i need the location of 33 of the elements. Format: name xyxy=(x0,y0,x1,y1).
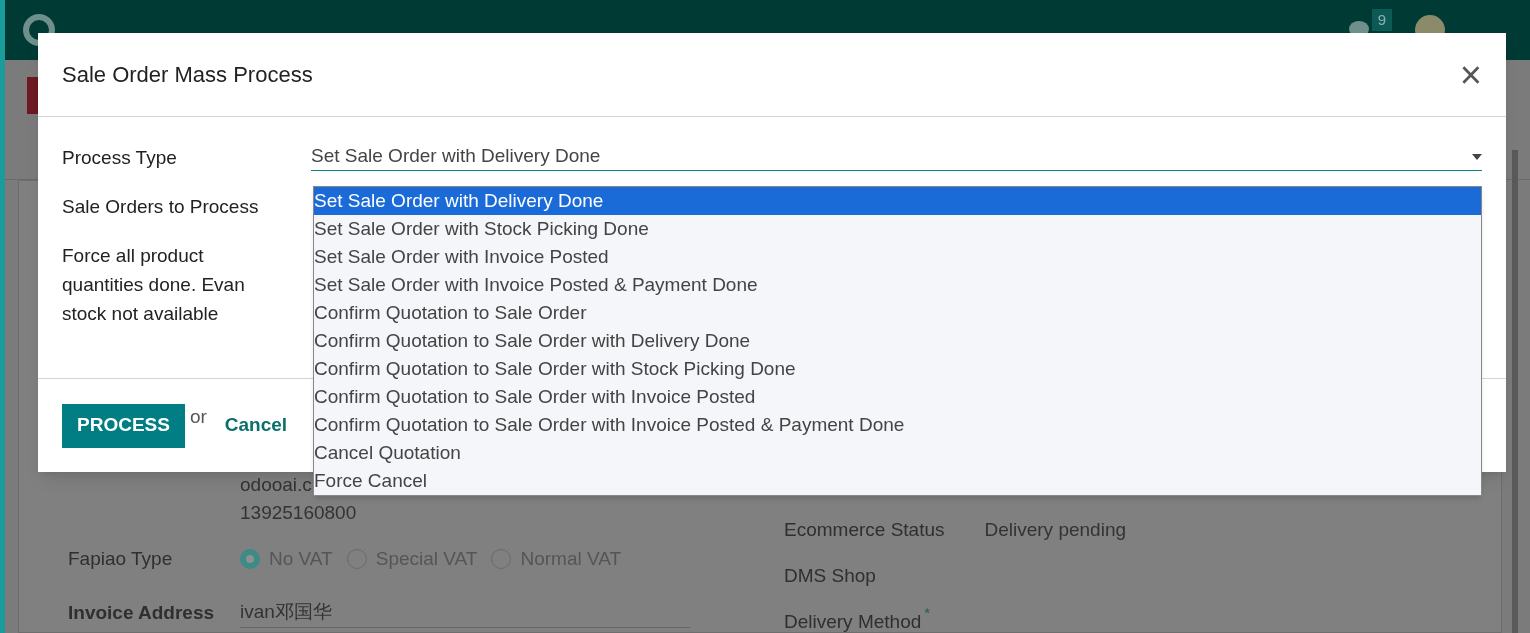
process-button[interactable]: PROCESS xyxy=(62,403,185,448)
radio-button[interactable] xyxy=(240,549,260,569)
cancel-link[interactable]: Cancel xyxy=(224,411,288,440)
message-count: 9 xyxy=(1371,8,1392,32)
dropdown-option[interactable]: Set Sale Order with Stock Picking Done xyxy=(314,215,1481,243)
or-text: or xyxy=(189,405,207,430)
dropdown-option[interactable]: Set Sale Order with Delivery Done xyxy=(314,187,1481,215)
dropdown-option[interactable]: Confirm Quotation to Sale Order with Invoice Posted & Payment Done xyxy=(314,411,1481,439)
dropdown-option[interactable]: Force Cancel xyxy=(314,467,1481,495)
field-label: Sale Orders to Process xyxy=(62,195,260,219)
close-button[interactable]: × xyxy=(1459,55,1482,94)
contact-text: odooai.c xyxy=(240,474,312,495)
process-type-select[interactable]: Set Sale Order with Delivery Done xyxy=(311,143,1482,171)
caret-icon xyxy=(1472,153,1482,160)
field-value: Delivery pending xyxy=(983,518,1127,542)
required-marker: * xyxy=(924,603,931,623)
dropdown-option[interactable]: Set Sale Order with Invoice Posted & Payment Done xyxy=(314,271,1481,299)
dropdown-option[interactable]: Set Sale Order with Invoice Posted xyxy=(314,243,1481,271)
field-label: Fapiao Type xyxy=(68,546,174,571)
field-label: DMS Shop xyxy=(784,564,876,588)
dropdown-option[interactable]: Confirm Quotation to Sale Order xyxy=(314,299,1481,327)
dropdown-option[interactable]: Confirm Quotation to Sale Order with Delivery Done xyxy=(314,327,1481,355)
field-label: Force all product quantities done. Evan stock not available xyxy=(62,244,246,326)
contact-text: 13925160800 xyxy=(240,502,357,523)
dialog-title: Sale Order Mass Process xyxy=(62,61,313,89)
field-label: Invoice Address xyxy=(68,600,216,625)
dropdown-option[interactable]: Confirm Quotation to Sale Order with Invoice Posted xyxy=(314,383,1481,411)
dropdown-option[interactable]: Confirm Quotation to Sale Order with Stock Picking Done xyxy=(314,355,1481,383)
field-label: Delivery Method xyxy=(784,610,922,633)
logo-icon xyxy=(22,13,56,47)
dropdown-option[interactable]: Cancel Quotation xyxy=(314,439,1481,467)
field-label: Ecommerce Status xyxy=(784,518,945,542)
field-label: Process Type xyxy=(62,146,178,170)
